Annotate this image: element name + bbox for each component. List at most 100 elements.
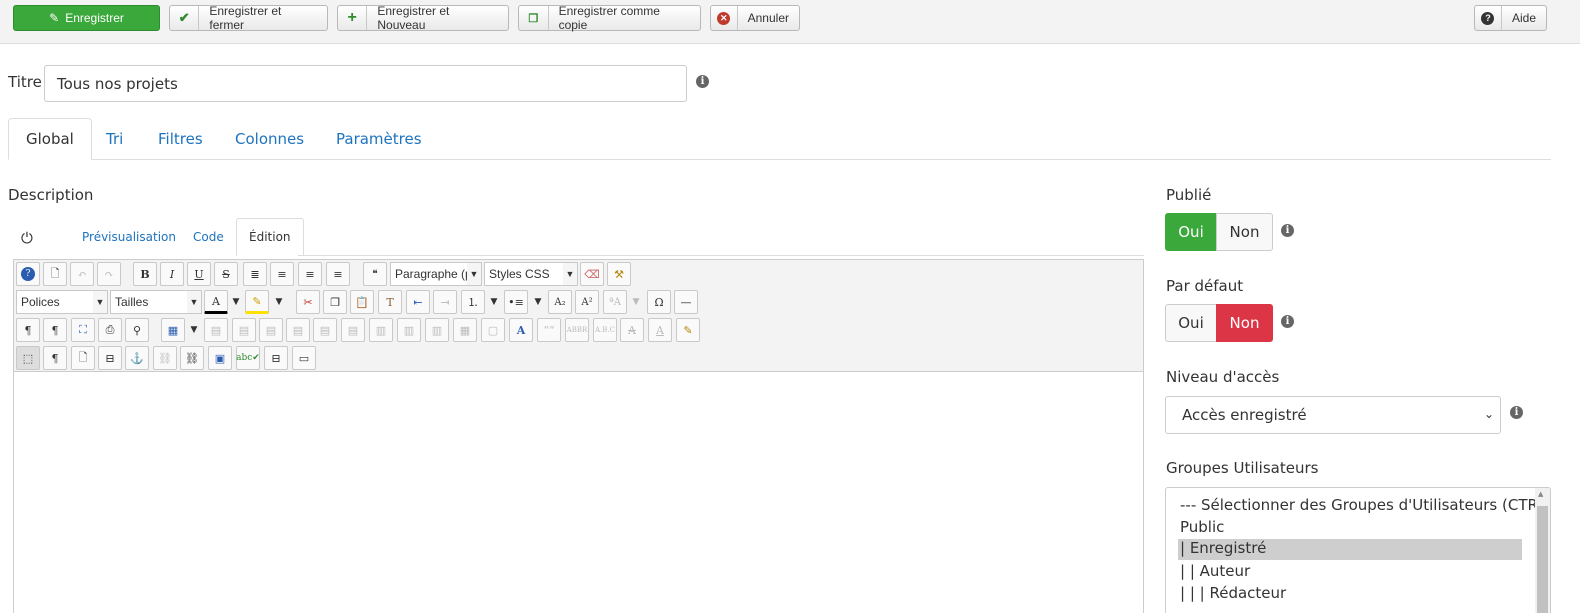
- undo-icon[interactable]: ↶: [70, 262, 94, 286]
- info-icon[interactable]: i: [1281, 315, 1294, 328]
- info-icon[interactable]: i: [1510, 406, 1523, 419]
- special-char-icon[interactable]: Ω: [647, 290, 671, 314]
- fullscreen-icon[interactable]: ⛶: [71, 318, 95, 342]
- italic-icon[interactable]: I: [160, 262, 184, 286]
- scroll-up-icon[interactable]: ▲: [1538, 490, 1543, 498]
- group-option[interactable]: | | | Rédacteur: [1180, 584, 1286, 606]
- align-right-icon[interactable]: ≡: [326, 262, 350, 286]
- format-select[interactable]: Paragraphe (p ▼: [390, 262, 482, 286]
- editor-content-area[interactable]: [14, 372, 1143, 614]
- new-document-icon[interactable]: 🗋: [43, 262, 67, 286]
- chevron-down-icon[interactable]: ▼: [630, 290, 642, 314]
- insertion-icon[interactable]: A: [648, 318, 672, 342]
- table-row-props-icon[interactable]: ▤: [232, 318, 256, 342]
- subscript-icon[interactable]: A₂: [548, 290, 572, 314]
- attributes-icon[interactable]: ✎: [676, 318, 700, 342]
- style-props-icon[interactable]: A: [509, 318, 533, 342]
- info-icon[interactable]: i: [1281, 224, 1294, 237]
- power-icon[interactable]: ⏻: [21, 229, 33, 247]
- delete-row-icon[interactable]: ▤: [341, 318, 365, 342]
- tab-global[interactable]: Global: [8, 118, 92, 160]
- copy-icon[interactable]: ❐: [323, 290, 347, 314]
- align-center-icon[interactable]: ≡: [270, 262, 294, 286]
- save-new-button[interactable]: + Enregistrer et Nouveau: [337, 4, 509, 32]
- cleanup-brush-icon[interactable]: ⚒: [607, 262, 631, 286]
- default-yes-button[interactable]: Oui: [1165, 304, 1217, 342]
- numbered-list-icon[interactable]: ⒈: [461, 290, 485, 314]
- group-option[interactable]: --- Sélectionner des Groupes d'Utilisate…: [1180, 496, 1536, 518]
- eraser-icon[interactable]: ⌫: [580, 262, 604, 286]
- anchor-icon[interactable]: ⚓: [125, 346, 149, 370]
- rtl-icon[interactable]: ¶: [43, 318, 67, 342]
- article-icon[interactable]: ▭: [292, 346, 316, 370]
- published-no-button[interactable]: Non: [1216, 213, 1273, 251]
- align-left-icon[interactable]: ≡: [298, 262, 322, 286]
- find-icon[interactable]: ⚲: [125, 318, 149, 342]
- chevron-down-icon[interactable]: ▼: [230, 290, 242, 314]
- indent-icon[interactable]: ⇥: [433, 290, 457, 314]
- chevron-down-icon[interactable]: ▼: [188, 318, 200, 342]
- template-icon[interactable]: 🗋: [71, 346, 95, 370]
- table-delete-icon[interactable]: ▤: [204, 318, 228, 342]
- table-icon[interactable]: ▦: [161, 318, 185, 342]
- tab-parametres[interactable]: Paramètres: [319, 118, 439, 160]
- tab-tri[interactable]: Tri: [89, 118, 140, 160]
- text-color-icon[interactable]: A: [204, 290, 228, 314]
- unlink-icon[interactable]: ⛓: [153, 346, 177, 370]
- paste-text-icon[interactable]: T: [378, 290, 402, 314]
- tab-code[interactable]: Code: [181, 218, 236, 256]
- abbr-icon[interactable]: ABBR: [565, 318, 589, 342]
- save-copy-button[interactable]: ❐ Enregistrer comme copie: [518, 4, 701, 32]
- bold-icon[interactable]: B: [133, 262, 157, 286]
- cut-icon[interactable]: ✂: [296, 290, 320, 314]
- group-option[interactable]: | | Auteur: [1180, 562, 1250, 584]
- access-select[interactable]: Accès enregistré ⌄: [1165, 396, 1501, 434]
- highlight-icon[interactable]: ✎: [245, 290, 269, 314]
- published-yes-button[interactable]: Oui: [1165, 213, 1217, 251]
- group-option[interactable]: Public: [1180, 518, 1224, 540]
- spellcheck-icon[interactable]: abc✔: [236, 346, 260, 370]
- col-after-icon[interactable]: ▥: [397, 318, 421, 342]
- superscript-icon[interactable]: A²: [575, 290, 599, 314]
- help-icon[interactable]: ?: [16, 262, 40, 286]
- tab-colonnes[interactable]: Colonnes: [218, 118, 321, 160]
- readmore-icon[interactable]: ⊟: [264, 346, 288, 370]
- deletion-icon[interactable]: A: [620, 318, 644, 342]
- language-icon[interactable]: ªA: [603, 290, 627, 314]
- tab-edition[interactable]: Édition: [236, 218, 304, 256]
- horizontal-rule-icon[interactable]: —: [674, 290, 698, 314]
- cancel-button[interactable]: ✕ Annuler: [710, 5, 800, 31]
- info-icon[interactable]: i: [696, 75, 709, 88]
- size-select[interactable]: Tailles ▼: [110, 290, 202, 314]
- row-after-icon[interactable]: ▤: [313, 318, 337, 342]
- underline-icon[interactable]: U: [187, 262, 211, 286]
- chevron-down-icon[interactable]: ▼: [488, 290, 500, 314]
- blockquote-icon[interactable]: ❝: [363, 262, 387, 286]
- table-cell-props-icon[interactable]: ▤: [259, 318, 283, 342]
- print-icon[interactable]: ⎙: [98, 318, 122, 342]
- group-option-selected[interactable]: | Enregistré: [1178, 539, 1522, 560]
- save-close-button[interactable]: ✔ Enregistrer et fermer: [169, 4, 328, 32]
- cite-icon[interactable]: “”: [537, 318, 561, 342]
- title-input[interactable]: Tous nos projets: [44, 65, 687, 102]
- tab-preview[interactable]: Prévisualisation: [70, 218, 188, 256]
- save-button[interactable]: ✎ Enregistrer: [13, 5, 160, 31]
- image-icon[interactable]: ▣: [208, 346, 232, 370]
- help-button[interactable]: ? Aide: [1474, 5, 1547, 31]
- tab-filtres[interactable]: Filtres: [141, 118, 220, 160]
- col-before-icon[interactable]: ▥: [369, 318, 393, 342]
- link-icon[interactable]: ⛓: [180, 346, 204, 370]
- strikethrough-icon[interactable]: S: [214, 262, 238, 286]
- outdent-icon[interactable]: ⇤: [406, 290, 430, 314]
- show-blocks-icon[interactable]: ¶: [43, 346, 67, 370]
- bullet-list-icon[interactable]: •≡: [504, 290, 528, 314]
- groups-multiselect[interactable]: --- Sélectionner des Groupes d'Utilisate…: [1165, 487, 1551, 613]
- chevron-down-icon[interactable]: ▼: [532, 290, 544, 314]
- delete-col-icon[interactable]: ▥: [425, 318, 449, 342]
- default-no-button[interactable]: Non: [1216, 304, 1273, 342]
- ltr-icon[interactable]: ¶: [16, 318, 40, 342]
- split-cells-icon[interactable]: ▦: [453, 318, 477, 342]
- paste-icon[interactable]: 📋: [350, 290, 374, 314]
- pagebreak-icon[interactable]: ⊟: [98, 346, 122, 370]
- font-select[interactable]: Polices ▼: [16, 290, 108, 314]
